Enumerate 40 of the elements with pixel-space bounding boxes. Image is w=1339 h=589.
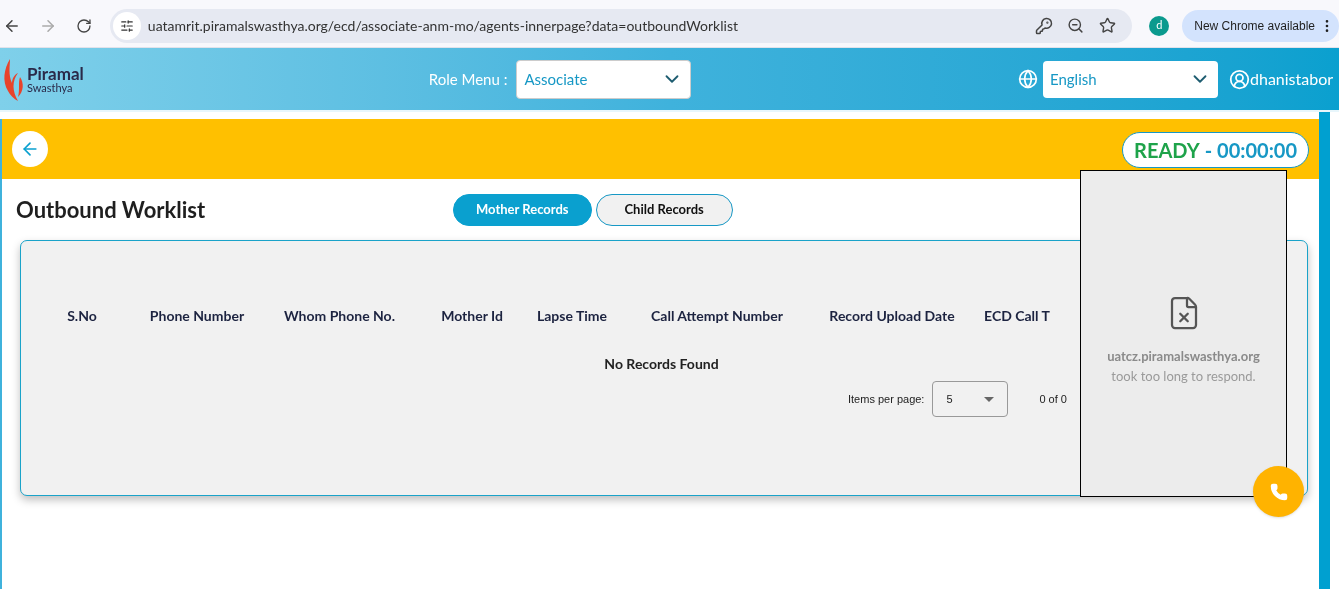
column-header: Whom Phone No. [283,306,396,326]
page-range: 0 of 0 [1039,391,1067,407]
profile-avatar[interactable]: d [1149,15,1170,36]
address-bar[interactable]: uatamrit.piramalswasthya.org/ecd/associate-anm-mo/agents-innerpage?data=outboundWorklist [109,8,1133,43]
user-name[interactable]: dhanistabor [1250,67,1339,91]
logo-subtitle: Swasthya [27,82,74,93]
bookmark-icon[interactable] [1099,17,1117,34]
url-text: uatamrit.piramalswasthya.org/ecd/associate-anm-mo/agents-innerpage?data=outboundWorklist [147,16,738,36]
column-header: Phone Number [148,306,246,326]
site-info-button[interactable] [112,11,141,40]
globe-icon[interactable] [1018,69,1038,89]
records-tab[interactable]: Mother Records [453,193,592,226]
zoom-icon[interactable] [1067,17,1085,34]
empty-message: No Records Found [604,354,719,374]
timer-text: 00:00:00 [1217,137,1297,164]
page-title: Outbound Worklist [16,195,207,225]
error-host: uatcz.piramalswasthya.org [1107,347,1260,366]
column-header: S.No [66,306,98,326]
status-text: READY [1134,137,1200,164]
language-select[interactable]: English [1043,60,1218,98]
update-button[interactable]: New Chrome available [1182,9,1339,42]
reload-icon[interactable] [75,17,92,34]
tune-icon [119,18,134,33]
dropdown-icon [984,396,995,402]
phone-icon [1269,482,1288,501]
user-icon[interactable] [1229,68,1250,90]
role-select[interactable]: Associate [516,59,692,99]
column-header: Mother Id [440,306,504,326]
items-per-page-label: Items per page: [848,391,925,407]
error-message: took too long to respond. [1111,366,1256,386]
records-tab[interactable]: Child Records [595,193,733,226]
status-separator: - [1204,137,1213,164]
column-header: Lapse Time [536,306,608,326]
column-header: Record Upload Date [828,306,956,326]
column-header: ECD Call T [983,306,1051,326]
column-header: Call Attempt Number [650,306,784,326]
logo-name: Piramal [27,65,84,82]
role-menu-label: Role Menu : [428,68,508,90]
page-size-select[interactable]: 5 [932,381,1009,417]
key-icon[interactable] [1035,16,1054,35]
